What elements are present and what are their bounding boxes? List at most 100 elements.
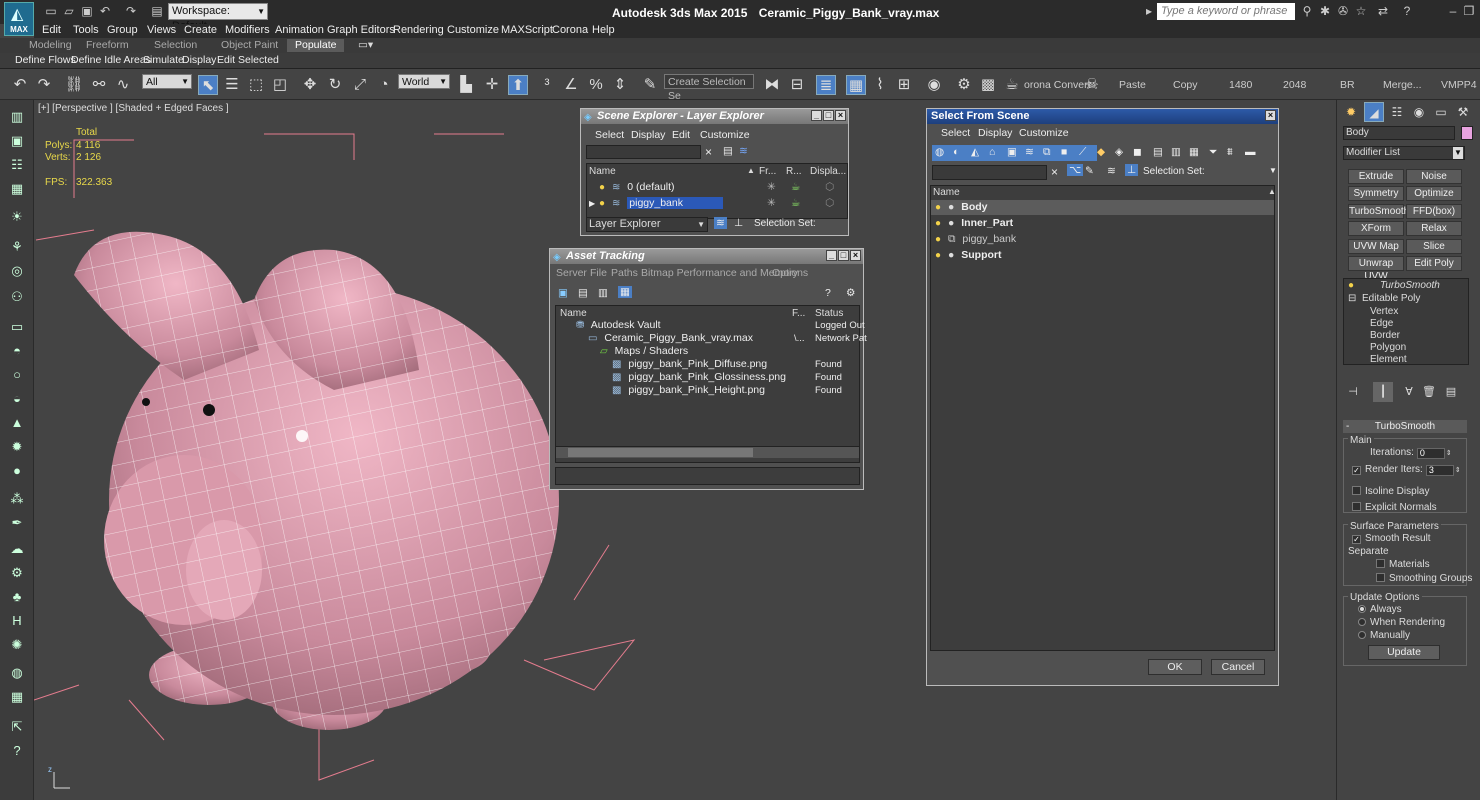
close-icon[interactable]: × (835, 110, 846, 121)
bones-filter-icon[interactable]: ⟋ (1079, 146, 1086, 159)
turbosmooth-button[interactable]: TurboSmooth (1348, 204, 1409, 219)
ball-icon[interactable]: ● (8, 462, 26, 480)
create-tab-icon[interactable]: ✹ (1341, 102, 1361, 122)
open-file-icon[interactable]: ▱ (62, 4, 76, 18)
layers-toggle-icon[interactable]: ≋ (714, 217, 727, 229)
menu-maxscript[interactable]: MAXScript (501, 24, 553, 37)
stack-edge[interactable]: Edge (1370, 318, 1393, 329)
groups-filter-icon[interactable]: ⧉ (1043, 146, 1051, 159)
unwrap-uvw-button[interactable]: Unwrap UVW (1348, 256, 1404, 282)
display-options-icon[interactable]: ▬ (1245, 146, 1256, 158)
shapes-filter-icon[interactable]: ◐ (953, 146, 959, 158)
case-filter-icon[interactable]: ⌥ (1067, 164, 1084, 176)
menu-group[interactable]: Group (107, 24, 138, 37)
select-manipulate-icon[interactable]: ✛ (482, 75, 502, 95)
make-unique-icon[interactable]: ∀ (1399, 382, 1419, 402)
render-teapot-icon[interactable]: ☕ (791, 196, 800, 211)
extrude-button[interactable]: Extrude (1348, 169, 1404, 184)
spacewarps-filter-icon[interactable]: ≋ (1025, 146, 1034, 158)
width-1480-button[interactable]: 1480 (1229, 79, 1252, 91)
help-icon[interactable]: ? (1400, 4, 1414, 18)
new-file-icon[interactable]: ▭ (44, 4, 58, 18)
ffd-box-button[interactable]: FFD(box) (1406, 204, 1462, 219)
asset-row[interactable]: ▩ piggy_bank_Pink_Height.png Found (556, 384, 859, 397)
modifier-list-select[interactable]: Modifier List ▼ (1343, 146, 1465, 160)
paste-button[interactable]: Paste (1119, 79, 1146, 91)
object-row-piggy-bank[interactable]: ● ⧉ piggy_bank (931, 232, 1274, 247)
star-icon[interactable]: ☆ (1354, 4, 1368, 18)
display-box-icon[interactable]: ⬡ (825, 180, 834, 195)
undo-icon[interactable]: ↶ (98, 4, 112, 18)
edit-selected-button[interactable]: Edit Selected (217, 54, 279, 66)
list-view-icon[interactable]: ▤ (578, 287, 588, 299)
hierarchy-icon[interactable]: ⊥ (734, 217, 743, 229)
funnel-icon[interactable]: ⏷ (1209, 146, 1217, 159)
search-arrow-icon[interactable]: ▸ (1142, 4, 1156, 18)
redo-icon[interactable]: ↷ (34, 75, 54, 95)
minimize-icon[interactable]: _ (811, 110, 822, 121)
help-icon[interactable]: ? (825, 287, 831, 299)
display-tab-icon[interactable]: ▭ (1431, 102, 1451, 122)
menu-file[interactable]: File (590, 267, 607, 279)
render-iters-spinner[interactable]: 3 (1425, 465, 1454, 476)
minimize-icon[interactable]: – (1446, 4, 1460, 18)
light-bulb-icon[interactable]: ● (599, 182, 605, 193)
asset-path-field[interactable] (555, 467, 860, 485)
hemisphere-icon[interactable]: ◒ (8, 390, 26, 408)
binoculars-icon[interactable]: ⚲ (1300, 4, 1314, 18)
optimize-button[interactable]: Optimize (1406, 186, 1462, 201)
tab-selection[interactable]: Selection (154, 39, 197, 51)
menu-display[interactable]: Display (631, 129, 665, 141)
light-bulb-icon[interactable]: ● (935, 234, 941, 245)
frozen-filter-icon[interactable]: ◈ (1115, 146, 1123, 158)
maximize-icon[interactable]: □ (823, 110, 834, 121)
shell-icon[interactable]: ✺ (8, 636, 26, 654)
symmetry-button[interactable]: Symmetry (1348, 186, 1404, 201)
spinner-snap-icon[interactable]: ⇕ (610, 75, 630, 95)
redo-icon[interactable]: ↷ (124, 4, 138, 18)
light-bulb-icon[interactable]: ● (1348, 280, 1354, 291)
copy-button[interactable]: Copy (1173, 79, 1198, 91)
column-render[interactable]: R... (786, 166, 802, 177)
show-end-result-icon[interactable]: ┃ (1373, 382, 1393, 402)
display-box-icon[interactable]: ⬡ (825, 196, 834, 211)
select-object-icon[interactable]: ⬉ (198, 75, 218, 95)
scale-icon[interactable]: ⤢ (350, 75, 370, 95)
spinner-arrows-icon[interactable]: ⇕ (1455, 467, 1461, 474)
ok-button[interactable]: OK (1148, 659, 1202, 675)
sphere-icon[interactable]: ○ (8, 366, 26, 384)
clear-search-icon[interactable]: × (1051, 165, 1058, 179)
xform-button[interactable]: XForm (1348, 221, 1404, 236)
search-input[interactable]: Type a keyword or phrase (1157, 3, 1295, 20)
workspace-select[interactable]: Workspace: Default ▼ (168, 3, 268, 32)
edit-named-selection-icon[interactable]: ✎ (640, 75, 660, 95)
expand-arrow-icon[interactable]: ▶ (589, 196, 595, 211)
gear-icon[interactable]: ⚙ (8, 564, 26, 582)
image-tool-icon[interactable]: ▣ (8, 132, 26, 150)
freeze-snowflake-icon[interactable]: ✳ (767, 196, 776, 211)
stack-polygon[interactable]: Polygon (1370, 342, 1406, 353)
select-from-scene-title-bar[interactable]: Select From Scene × (927, 109, 1278, 124)
menu-edit[interactable]: Edit (672, 129, 690, 141)
minimize-icon[interactable]: _ (826, 250, 837, 261)
tab-object-paint[interactable]: Object Paint (221, 39, 278, 51)
scene-tool-icon[interactable]: ▥ (8, 108, 26, 126)
scatter-icon[interactable]: ⁂ (8, 490, 26, 508)
maximize-icon[interactable]: □ (838, 250, 849, 261)
select-by-name-icon[interactable]: ☰ (222, 75, 242, 95)
menu-select[interactable]: Select (595, 129, 624, 141)
reference-coordinate-select[interactable]: World ▼ (398, 74, 450, 89)
settings-icon[interactable]: ⚙ (846, 287, 855, 299)
menu-animation[interactable]: Animation (275, 24, 324, 37)
select-all-icon[interactable]: ▤ (1153, 146, 1163, 158)
light-bulb-icon[interactable]: ● (935, 218, 941, 229)
modify-tab-icon[interactable]: ◢ (1364, 102, 1384, 122)
snaps-toggle-icon[interactable]: ³ (537, 75, 557, 95)
render-setup-icon[interactable]: ⚙ (954, 75, 974, 95)
edit-poly-button[interactable]: Edit Poly (1406, 256, 1462, 271)
object-row-body[interactable]: ● ● Body (931, 200, 1274, 215)
menu-customize[interactable]: Customize (700, 129, 750, 141)
sun-icon[interactable]: ✹ (8, 438, 26, 456)
globe-icon[interactable]: ◍ (8, 664, 26, 682)
layer-row-piggy-bank[interactable]: ▶ ● ≋ piggy_bank ✳ ☕ ⬡ (587, 196, 847, 211)
